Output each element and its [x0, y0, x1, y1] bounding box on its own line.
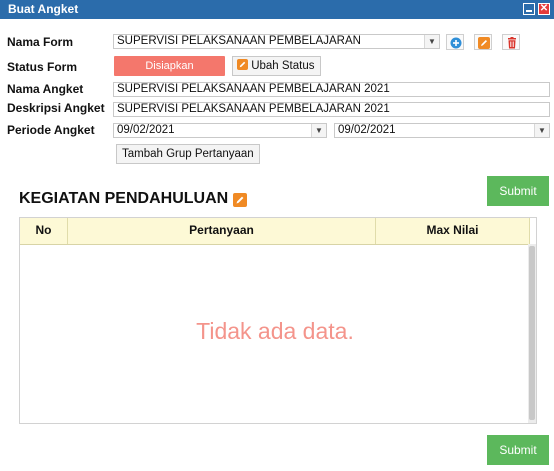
status-form-label: Status Form — [7, 60, 78, 74]
section-title: KEGIATAN PENDAHULUAN — [19, 190, 229, 207]
footer-submit-button[interactable]: Submit — [487, 435, 549, 465]
question-grid: No Pertanyaan Max Nilai Tidak ada data. — [19, 217, 537, 424]
dropdown-arrow-icon[interactable]: ▼ — [534, 124, 549, 137]
periode-start-value: 09/02/2021 — [117, 124, 175, 136]
nama-angket-input[interactable]: SUPERVISI PELAKSANAAN PEMBELAJARAN 2021 — [113, 82, 550, 97]
dropdown-arrow-icon[interactable]: ▼ — [311, 124, 326, 137]
section-submit-button[interactable]: Submit — [487, 176, 549, 206]
edit-form-button[interactable] — [474, 34, 492, 50]
add-form-button[interactable] — [446, 34, 464, 50]
column-header-pertanyaan[interactable]: Pertanyaan — [68, 218, 376, 244]
nama-form-label: Nama Form — [7, 35, 74, 49]
window-title: Buat Angket — [8, 2, 79, 16]
periode-angket-label: Periode Angket — [7, 123, 95, 137]
window-titlebar: Buat Angket ✕ — [0, 0, 554, 19]
column-header-max-nilai[interactable]: Max Nilai — [376, 218, 530, 244]
edit-icon — [478, 37, 490, 49]
tambah-grup-pertanyaan-button[interactable]: Tambah Grup Pertanyaan — [116, 144, 260, 164]
delete-form-button[interactable] — [502, 34, 520, 50]
close-button[interactable]: ✕ — [538, 3, 550, 15]
deskripsi-angket-label: Deskripsi Angket — [7, 101, 105, 115]
status-badge: Disiapkan — [114, 56, 225, 76]
ubah-status-button[interactable]: Ubah Status — [232, 56, 321, 76]
add-icon — [450, 37, 462, 49]
ubah-status-label: Ubah Status — [251, 60, 315, 72]
empty-message: Tidak ada data. — [196, 318, 354, 344]
delete-icon — [508, 37, 516, 49]
grid-header: No Pertanyaan Max Nilai — [20, 218, 530, 245]
scrollbar-thumb[interactable] — [529, 246, 535, 420]
periode-start-select[interactable]: 09/02/2021 ▼ — [113, 123, 327, 138]
edit-icon — [237, 59, 248, 70]
grid-scrollbar[interactable] — [528, 244, 536, 423]
column-header-no[interactable]: No — [20, 218, 68, 244]
nama-form-value: SUPERVISI PELAKSANAAN PEMBELAJARAN — [117, 35, 361, 47]
close-icon: ✕ — [539, 3, 549, 14]
dropdown-arrow-icon[interactable]: ▼ — [424, 35, 439, 48]
deskripsi-angket-input[interactable]: SUPERVISI PELAKSANAAN PEMBELAJARAN 2021 — [113, 102, 550, 117]
minimize-button[interactable] — [523, 3, 535, 15]
edit-icon[interactable] — [233, 193, 247, 207]
nama-form-select[interactable]: SUPERVISI PELAKSANAAN PEMBELAJARAN ▼ — [113, 34, 440, 49]
nama-angket-label: Nama Angket — [7, 82, 84, 96]
periode-end-select[interactable]: 09/02/2021 ▼ — [334, 123, 550, 138]
periode-end-value: 09/02/2021 — [338, 124, 396, 136]
